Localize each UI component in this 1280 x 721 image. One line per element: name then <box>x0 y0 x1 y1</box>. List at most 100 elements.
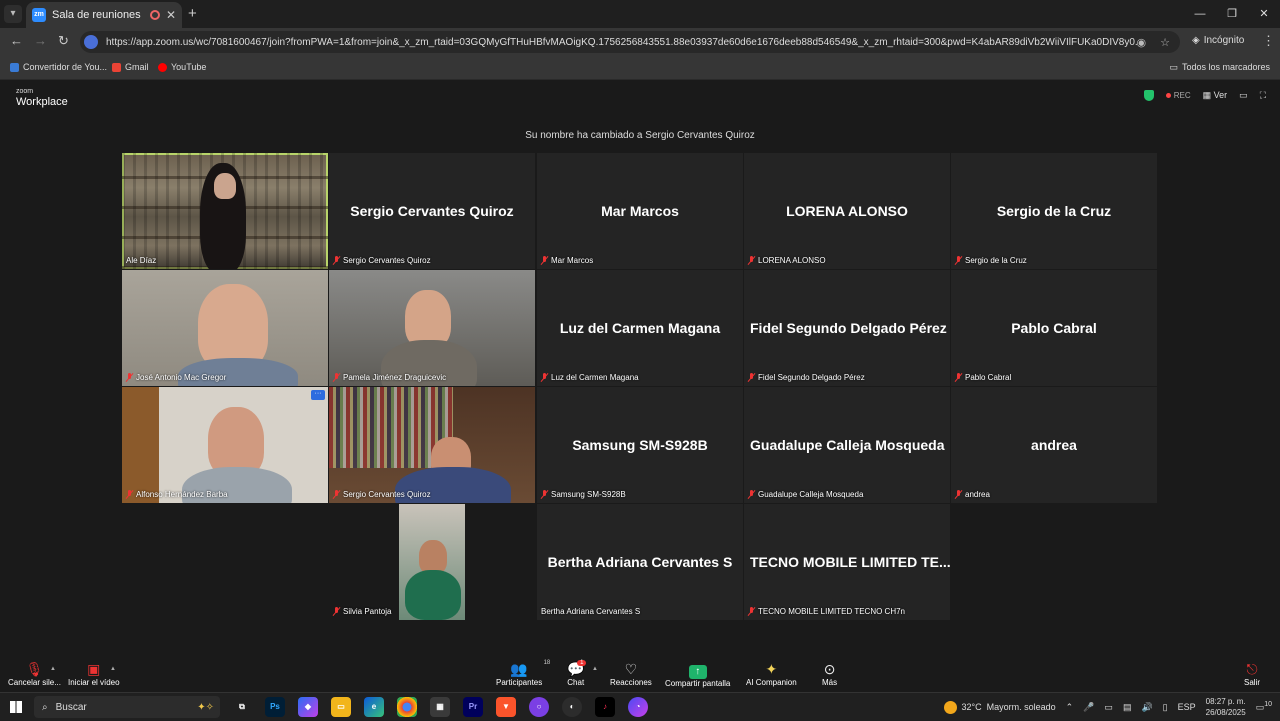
video-options-chevron-icon[interactable]: ▲ <box>110 666 116 672</box>
file-explorer-icon[interactable]: ▭ <box>331 697 351 717</box>
participant-tile[interactable]: Sergio Cervantes Quiroz Sergio Cervantes… <box>329 153 535 269</box>
eye-off-icon[interactable]: ◉ <box>1137 36 1147 49</box>
mic-off-icon <box>955 256 962 265</box>
site-info-icon[interactable] <box>84 35 98 49</box>
participant-tile[interactable]: andrea andrea <box>951 387 1157 503</box>
app-circle-icon[interactable]: ○ <box>529 697 549 717</box>
volume-icon[interactable]: 🔊 <box>1141 702 1152 713</box>
browser-menu-icon[interactable]: ⋮ <box>1262 33 1275 49</box>
all-bookmarks[interactable]: ▭ Todos los marcadores <box>1169 62 1270 73</box>
participant-tile[interactable]: Guadalupe Calleja Mosqueda Guadalupe Cal… <box>744 387 950 503</box>
audio-options-chevron-icon[interactable]: ▲ <box>50 666 56 672</box>
participant-label: andrea <box>955 490 990 499</box>
brave-icon[interactable]: ▼ <box>496 697 516 717</box>
participant-label: Sergio Cervantes Quiroz <box>333 256 431 265</box>
new-tab-button[interactable]: + <box>188 5 197 22</box>
chrome-icon[interactable] <box>397 697 417 717</box>
participant-name: andrea <box>1031 437 1077 453</box>
restore-icon[interactable]: ❐ <box>1216 0 1248 28</box>
chat-button[interactable]: 💬 1 Chat <box>567 660 587 687</box>
pip-icon[interactable]: ▭ <box>1239 90 1248 101</box>
participant-tile[interactable]: Sergio de la Cruz Sergio de la Cruz <box>951 153 1157 269</box>
unmute-button[interactable]: 🎙 Cancelar sile... <box>8 660 61 687</box>
participant-tile[interactable]: Samsung SM-S928B Samsung SM-S928B <box>537 387 743 503</box>
participant-name: LORENA ALONSO <box>786 203 908 219</box>
participant-tile[interactable]: Luz del Carmen Magana Luz del Carmen Mag… <box>537 270 743 386</box>
browser-tab[interactable]: zm Sala de reuniones personal ✕ <box>26 2 182 28</box>
video-tile[interactable]: José Antonio Mac Gregor <box>122 270 328 386</box>
chat-options-chevron-icon[interactable]: ▲ <box>592 666 598 672</box>
participant-tile[interactable]: Pablo Cabral Pablo Cabral <box>951 270 1157 386</box>
participant-tile[interactable]: LORENA ALONSO LORENA ALONSO <box>744 153 950 269</box>
minimize-icon[interactable]: — <box>1184 0 1216 28</box>
encryption-shield-icon[interactable] <box>1143 90 1154 101</box>
leave-button[interactable]: ⎋ Salir <box>1244 660 1260 687</box>
participant-tile[interactable]: Fidel Segundo Delgado Pérez Fidel Segund… <box>744 270 950 386</box>
ai-companion-button[interactable]: ✦ AI Companion <box>746 660 797 687</box>
store-icon[interactable]: ▦ <box>430 697 450 717</box>
copilot-icon[interactable]: ◆ <box>298 697 318 717</box>
participant-label: Mar Marcos <box>541 256 593 265</box>
address-bar[interactable]: https://app.zoom.us/wc/7081600467/join?f… <box>80 31 1180 53</box>
mic-off-icon <box>126 490 133 499</box>
messenger-icon[interactable]: ◔ <box>628 697 648 717</box>
bookmark-item[interactable]: Convertidor de You... <box>10 62 107 72</box>
participants-button[interactable]: 👥 18 Participantes <box>496 660 550 687</box>
photoshop-icon[interactable]: Ps <box>265 697 285 717</box>
forward-icon[interactable]: → <box>34 33 47 48</box>
app-dark-icon[interactable]: ◐ <box>562 697 582 717</box>
more-button[interactable]: ⊙ Más <box>822 660 837 687</box>
back-icon[interactable]: ← <box>10 33 23 48</box>
network-icon[interactable]: ▤ <box>1123 702 1132 713</box>
edge-icon[interactable]: e <box>364 697 384 717</box>
bookmark-star-icon[interactable]: ☆ <box>1160 36 1170 49</box>
video-tile[interactable]: Pamela Jiménez Draguicevic <box>329 270 535 386</box>
participant-name: Samsung SM-S928B <box>572 437 708 453</box>
tab-search-icon[interactable]: ▾ <box>4 5 22 23</box>
reload-icon[interactable]: ↻ <box>58 33 69 49</box>
participant-tile[interactable]: TECNO MOBILE LIMITED TE... TECNO MOBILE … <box>744 504 950 620</box>
windows-start-icon[interactable] <box>10 701 22 713</box>
participant-name: Sergio Cervantes Quiroz <box>350 203 514 219</box>
recording-badge[interactable]: REC <box>1166 91 1191 100</box>
meeting-top-controls: REC ▦ Ver ▭ ⛶ <box>1143 90 1266 101</box>
video-tile[interactable]: ··· Alfonso Hernández Barba <box>122 387 328 503</box>
camera-icon[interactable]: ▭ <box>1104 702 1113 713</box>
clock[interactable]: 08:27 p. m. 26/08/2025 <box>1206 696 1246 718</box>
notifications-icon[interactable]: ▭10 <box>1256 701 1272 713</box>
microphone-icon[interactable]: 🎤 <box>1083 702 1094 713</box>
view-button[interactable]: ▦ Ver <box>1203 90 1228 101</box>
language-indicator[interactable]: ESP <box>1178 702 1196 712</box>
start-video-button[interactable]: ▣ Iniciar el vídeo <box>68 660 120 687</box>
tray-chevron-up-icon[interactable]: ⌃ <box>1066 702 1074 713</box>
incognito-indicator[interactable]: ◈ Incógnito <box>1192 35 1244 46</box>
gmail-icon <box>112 62 121 72</box>
fullscreen-icon[interactable]: ⛶ <box>1260 90 1266 101</box>
weather-widget[interactable]: 32°C Mayorm. soleado <box>943 700 1056 714</box>
mic-off-icon <box>748 490 755 499</box>
mic-off-icon <box>541 490 548 499</box>
share-screen-button[interactable]: ↑ Compartir pantalla <box>665 660 730 688</box>
battery-icon[interactable]: ▯ <box>1163 702 1168 713</box>
close-tab-icon[interactable]: ✕ <box>166 8 176 22</box>
close-window-icon[interactable]: ✕ <box>1248 0 1280 28</box>
video-tile[interactable]: Silvia Pantoja <box>329 504 535 620</box>
bookmark-item[interactable]: Gmail <box>112 62 149 72</box>
mic-off-icon <box>126 373 133 382</box>
video-tile[interactable]: Sergio Cervantes Quiroz <box>329 387 535 503</box>
bookmark-item[interactable]: YouTube <box>158 62 206 72</box>
video-tile[interactable]: Ale Díaz <box>122 153 328 269</box>
taskbar-search[interactable]: ⌕ Buscar ✦✧ <box>34 696 220 718</box>
url-text[interactable]: https://app.zoom.us/wc/7081600467/join?f… <box>106 37 1137 48</box>
heart-icon: ♡ <box>624 661 638 677</box>
participant-tile[interactable]: Bertha Adriana Cervantes S Bertha Adrian… <box>537 504 743 620</box>
task-view-icon[interactable]: ⧉ <box>232 697 252 717</box>
sparkle-icon: ✦ <box>765 661 778 677</box>
zoom-favicon-icon: zm <box>32 8 46 22</box>
tiktok-icon[interactable]: ♪ <box>595 697 615 717</box>
mic-off-icon <box>748 256 755 265</box>
premiere-icon[interactable]: Pr <box>463 697 483 717</box>
reactions-button[interactable]: ♡ Reacciones <box>610 660 652 687</box>
more-options-icon[interactable]: ··· <box>311 390 325 400</box>
participant-tile[interactable]: Mar Marcos Mar Marcos <box>537 153 743 269</box>
